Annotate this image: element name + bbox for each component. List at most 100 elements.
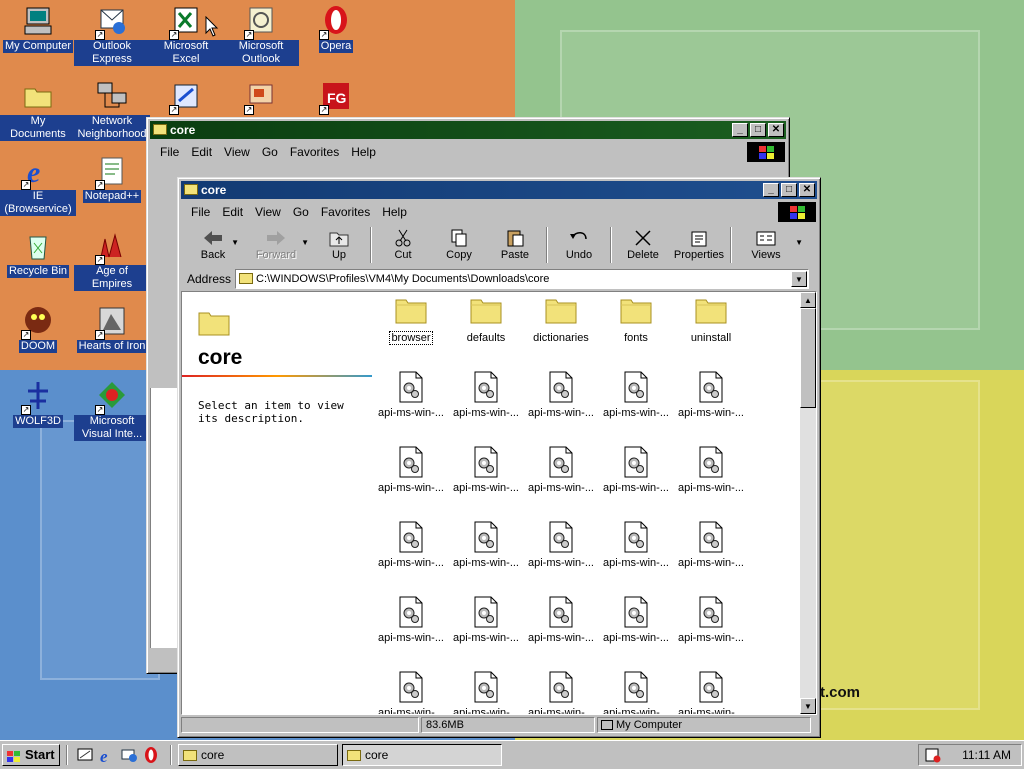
desktop-icon-opera[interactable]: ↗ Opera (298, 2, 374, 53)
desktop-icon-age-of-empires[interactable]: ↗ Age of Empires (74, 227, 150, 291)
vertical-scrollbar[interactable]: ▲ ▼ (800, 292, 816, 714)
title-bar[interactable]: core _ □ ✕ (181, 181, 817, 199)
dropdown-arrow-icon[interactable]: ▼ (795, 238, 803, 247)
desktop-icon-network-neighborhood[interactable]: Network Neighborhood (74, 77, 150, 141)
file-item[interactable]: api-ms-win-... (374, 521, 448, 569)
menu-file[interactable]: File (185, 205, 216, 219)
file-item[interactable]: api-ms-win-... (524, 521, 598, 569)
toolbar-separator (610, 227, 612, 263)
file-item[interactable]: api-ms-win-... (524, 446, 598, 494)
maximize-button[interactable]: □ (781, 183, 797, 197)
start-button[interactable]: Start (2, 744, 60, 766)
menu-go[interactable]: Go (256, 145, 284, 159)
outlook-express-icon[interactable] (120, 746, 138, 764)
show-desktop-icon[interactable] (76, 746, 94, 764)
file-item[interactable]: api-ms-win-... (599, 671, 673, 714)
explorer-window[interactable]: core _ □ ✕ File Edit View Go Favorites H… (177, 177, 821, 738)
address-dropdown-button[interactable]: ▼ (791, 271, 807, 287)
file-item[interactable]: api-ms-win-... (449, 371, 523, 419)
properties-button[interactable]: Properties (671, 224, 727, 264)
back-button[interactable]: Back ▼ (185, 224, 241, 264)
undo-button[interactable]: Undo (551, 224, 607, 264)
menu-favorites[interactable]: Favorites (315, 205, 376, 219)
desktop-icon-notepad-plus-plus[interactable]: ↗ Notepad++ (74, 152, 150, 203)
menu-view[interactable]: View (249, 205, 287, 219)
file-item[interactable]: api-ms-win-... (524, 671, 598, 714)
copy-button[interactable]: Copy (431, 224, 487, 264)
desktop-icon-microsoft-outlook[interactable]: ↗ Microsoft Outlook (223, 2, 299, 66)
desktop-icon-doom[interactable]: ↗ DOOM (0, 302, 76, 353)
desktop-icon-shortcut[interactable]: ↗ (148, 77, 224, 115)
minimize-button[interactable]: _ (763, 183, 779, 197)
address-input[interactable]: C:\WINDOWS\Profiles\VM4\My Documents\Dow… (235, 269, 809, 289)
folder-item-uninstall[interactable]: uninstall (674, 296, 748, 344)
menu-view[interactable]: View (218, 145, 256, 159)
file-item[interactable]: api-ms-win-... (599, 521, 673, 569)
file-item[interactable]: api-ms-win-... (374, 371, 448, 419)
close-button[interactable]: ✕ (768, 123, 784, 137)
desktop-icon-recycle-bin[interactable]: Recycle Bin (0, 227, 76, 278)
file-item[interactable]: api-ms-win-... (674, 671, 748, 714)
clock[interactable]: 11:11 AM (962, 748, 1011, 762)
views-button[interactable]: Views ▼ (735, 224, 803, 264)
menu-go[interactable]: Go (287, 205, 315, 219)
internet-explorer-icon[interactable]: e (98, 746, 116, 766)
desktop-icon-label: Age of Empires (74, 265, 150, 291)
desktop-icon-shortcut[interactable]: FG ↗ (298, 77, 374, 115)
scheduler-icon[interactable] (925, 747, 941, 766)
taskbar-button-core-active[interactable]: core (342, 744, 502, 766)
desktop-icon-outlook-express[interactable]: ↗ Outlook Express (74, 2, 150, 66)
file-item[interactable]: api-ms-win-... (449, 521, 523, 569)
file-item[interactable]: api-ms-win-... (524, 371, 598, 419)
scroll-up-button[interactable]: ▲ (800, 292, 816, 308)
title-bar[interactable]: core _ □ ✕ (150, 121, 786, 139)
desktop-icon-shortcut[interactable]: ↗ (223, 77, 299, 115)
dropdown-arrow-icon[interactable]: ▼ (301, 238, 309, 247)
file-item[interactable]: api-ms-win-... (674, 521, 748, 569)
file-item[interactable]: api-ms-win-... (374, 446, 448, 494)
close-button[interactable]: ✕ (799, 183, 815, 197)
desktop-icon-wolf3d[interactable]: ↗ WOLF3D (0, 377, 76, 428)
cut-button[interactable]: Cut (375, 224, 431, 264)
file-item[interactable]: api-ms-win-... (374, 671, 448, 714)
folder-item-defaults[interactable]: defaults (449, 296, 523, 344)
desktop-icon-hearts-of-iron[interactable]: ↗ Hearts of Iron (74, 302, 150, 353)
menu-edit[interactable]: Edit (216, 205, 249, 219)
opera-icon[interactable] (142, 746, 160, 764)
folder-item-fonts[interactable]: fonts (599, 296, 673, 344)
folder-item-dictionaries[interactable]: dictionaries (524, 296, 598, 344)
file-item[interactable]: api-ms-win-... (599, 596, 673, 644)
dropdown-arrow-icon[interactable]: ▼ (231, 238, 239, 247)
desktop-icon-ie[interactable]: e ↗ IE (Browservice) (0, 152, 76, 216)
file-item[interactable]: api-ms-win-... (449, 596, 523, 644)
file-item[interactable]: api-ms-win-... (674, 446, 748, 494)
desktop-icon-visual-interdev[interactable]: ↗ Microsoft Visual Inte... (74, 377, 150, 441)
maximize-button[interactable]: □ (750, 123, 766, 137)
scroll-thumb[interactable] (800, 308, 816, 408)
menu-help[interactable]: Help (345, 145, 382, 159)
file-item[interactable]: api-ms-win-... (674, 371, 748, 419)
start-label: Start (25, 747, 55, 762)
up-button[interactable]: Up (311, 224, 367, 264)
file-item[interactable]: api-ms-win-... (599, 371, 673, 419)
minimize-button[interactable]: _ (732, 123, 748, 137)
file-item[interactable]: api-ms-win-... (524, 596, 598, 644)
menu-file[interactable]: File (154, 145, 185, 159)
menu-help[interactable]: Help (376, 205, 413, 219)
menu-favorites[interactable]: Favorites (284, 145, 345, 159)
forward-button[interactable]: Forward ▼ (241, 224, 311, 264)
taskbar-button-core[interactable]: core (178, 744, 338, 766)
desktop-icon-my-documents[interactable]: My Documents (0, 77, 76, 141)
file-item[interactable]: api-ms-win-... (674, 596, 748, 644)
file-item[interactable]: api-ms-win-... (449, 446, 523, 494)
menu-edit[interactable]: Edit (185, 145, 218, 159)
desktop-icon-my-computer[interactable]: My Computer (0, 2, 76, 53)
file-item[interactable]: api-ms-win-... (374, 596, 448, 644)
scroll-down-button[interactable]: ▼ (800, 698, 816, 714)
file-item[interactable]: api-ms-win-... (449, 671, 523, 714)
folder-item-browser[interactable]: browser (374, 296, 448, 345)
description-text: Select an item to view its description. (198, 399, 344, 425)
file-item[interactable]: api-ms-win-... (599, 446, 673, 494)
delete-button[interactable]: Delete (615, 224, 671, 264)
paste-button[interactable]: Paste (487, 224, 543, 264)
